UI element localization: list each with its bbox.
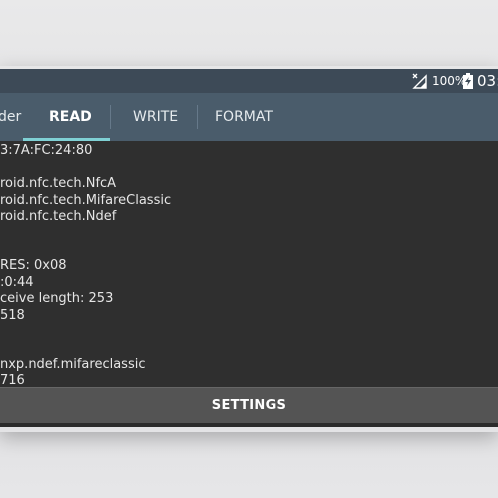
tab-read[interactable]: READ xyxy=(49,93,92,141)
status-bar: 100% 03: xyxy=(0,69,498,93)
tag-info-line: nxp.ndef.mifareclassic xyxy=(0,357,146,372)
tag-info-line: roid.nfc.tech.NfcA xyxy=(0,176,117,191)
tag-info-scroll-area[interactable]: 3:7A:FC:24:80 roid.nfc.tech.NfcA roid.nf… xyxy=(0,141,498,387)
tag-info-line: :0:44 xyxy=(0,275,34,290)
tag-info-line: roid.nfc.tech.MifareClassic xyxy=(0,193,172,208)
settings-button[interactable]: SETTINGS xyxy=(0,387,498,424)
bottom-edge xyxy=(0,423,498,427)
settings-button-label: SETTINGS xyxy=(211,398,287,413)
tab-write[interactable]: WRITE xyxy=(133,93,178,141)
tag-info-line: RES: 0x08 xyxy=(0,258,67,273)
tag-info-line: roid.nfc.tech.Ndef xyxy=(0,209,117,224)
clock: 03: xyxy=(477,72,498,90)
tag-info-line: ceive length: 253 xyxy=(0,291,114,306)
tab-format[interactable]: FORMAT xyxy=(215,93,273,141)
tag-info-line: 518 xyxy=(0,308,25,323)
tag-info-line: 3:7A:FC:24:80 xyxy=(0,143,93,158)
tab-divider xyxy=(110,105,111,129)
signal-no-sim-icon xyxy=(412,73,427,89)
battery-percent: 100% xyxy=(432,74,467,88)
tag-info-line: 716 xyxy=(0,373,25,387)
tab-divider xyxy=(197,105,198,129)
tab-bar: der READ WRITE FORMAT xyxy=(0,93,498,141)
tab-reader[interactable]: der xyxy=(0,93,21,141)
app-screen: 100% 03: der READ WRITE FORMAT 3:7A:FC:2… xyxy=(0,69,498,427)
battery-charging-icon xyxy=(463,73,473,89)
